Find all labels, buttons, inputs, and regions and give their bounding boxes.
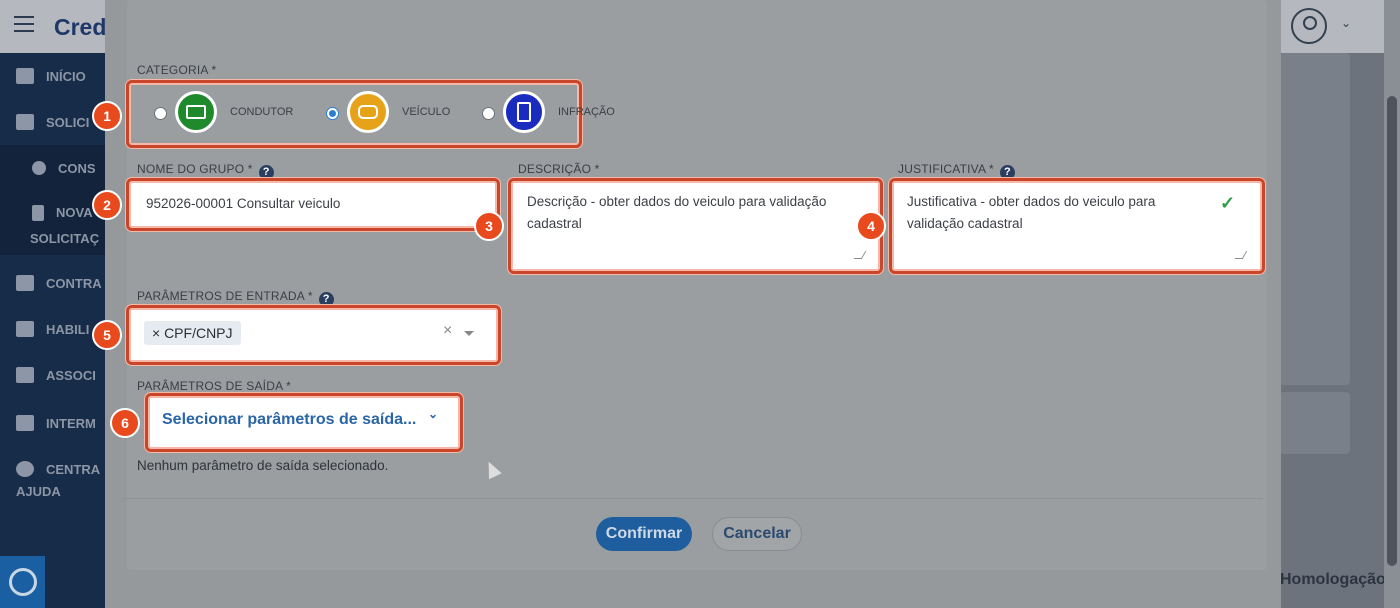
brand-logo: Cred (54, 14, 107, 40)
user-tie-icon (16, 415, 34, 431)
search-icon (32, 161, 46, 175)
param-saida-empty-text: Nenhum parâmetro de saída selecionado. (137, 458, 389, 473)
sidebar-item-consultar[interactable]: CONS (0, 145, 110, 191)
radio-infracao[interactable] (482, 107, 495, 120)
scrollbar-thumb[interactable] (1387, 96, 1397, 566)
handshake-icon (16, 275, 34, 291)
edit-icon (16, 114, 34, 130)
nome-grupo-value: 952026-00001 Consultar veiculo (146, 196, 341, 211)
annotation-badge: 1 (92, 101, 122, 131)
sidebar-item-intermediarios[interactable]: INTERM (0, 400, 110, 446)
sidebar-item-label: SOLICITAÇ (30, 231, 100, 246)
param-saida-placeholder: Selecionar parâmetros de saída... (162, 411, 417, 428)
annotation-badge: 6 (110, 408, 140, 438)
users-icon (16, 367, 34, 383)
descricao-value: Descrição - obter dados do veiculo para … (527, 194, 827, 231)
confirm-button[interactable]: Confirmar (596, 517, 692, 551)
user-circle-icon[interactable] (1291, 8, 1327, 44)
car-icon (347, 91, 389, 133)
background-card (1280, 53, 1350, 385)
modal-footer-divider (123, 498, 1263, 499)
categoria-label: CATEGORIA * (137, 63, 217, 77)
selected-tag[interactable]: × CPF/CNPJ (144, 321, 241, 345)
cookie-settings-button[interactable] (0, 556, 45, 608)
environment-label: Homologação (1280, 571, 1386, 588)
annotation-badge: 2 (92, 190, 122, 220)
background-card (1280, 392, 1350, 454)
cookie-icon (8, 568, 37, 596)
document-dollar-icon (503, 91, 545, 133)
param-saida-label: PARÂMETROS DE SAÍDA * (137, 379, 292, 393)
annotation-badge: 5 (92, 320, 122, 350)
sidebar-item-inicio[interactable]: INÍCIO (0, 53, 110, 99)
cancel-button[interactable]: Cancelar (712, 517, 802, 551)
radio-condutor[interactable] (154, 107, 167, 120)
option-infracao-label: INFRAÇÃO (558, 106, 615, 118)
option-condutor-label: CONDUTOR (230, 106, 294, 118)
chevron-down-icon[interactable]: ⌄ (1341, 16, 1351, 30)
chevron-down-icon[interactable]: ⌄ (428, 407, 438, 421)
sidebar-item-associados[interactable]: ASSOCI (0, 352, 110, 398)
justificativa-value: Justificativa - obter dados do veiculo p… (907, 194, 1156, 231)
annotation-badge: 4 (856, 211, 886, 241)
home-icon (16, 68, 34, 84)
clear-icon[interactable]: × (443, 322, 452, 340)
checkmark-icon: ✓ (1220, 193, 1236, 213)
hamburger-menu-icon[interactable] (14, 16, 34, 32)
radio-veiculo[interactable] (326, 107, 339, 120)
page-scrollbar[interactable] (1384, 0, 1400, 608)
option-veiculo-label: VEÍCULO (402, 106, 451, 118)
id-card-icon (175, 91, 217, 133)
sidebar-item-label: AJUDA (16, 484, 61, 499)
sidebar-item-contratos[interactable]: CONTRA (0, 260, 110, 306)
id-card-icon (16, 321, 34, 337)
annotation-badge: 3 (474, 211, 504, 241)
dropdown-arrow-icon[interactable] (464, 331, 474, 336)
descricao-label: DESCRIÇÃO * (518, 162, 600, 176)
file-icon (32, 205, 44, 221)
question-icon (16, 461, 34, 477)
